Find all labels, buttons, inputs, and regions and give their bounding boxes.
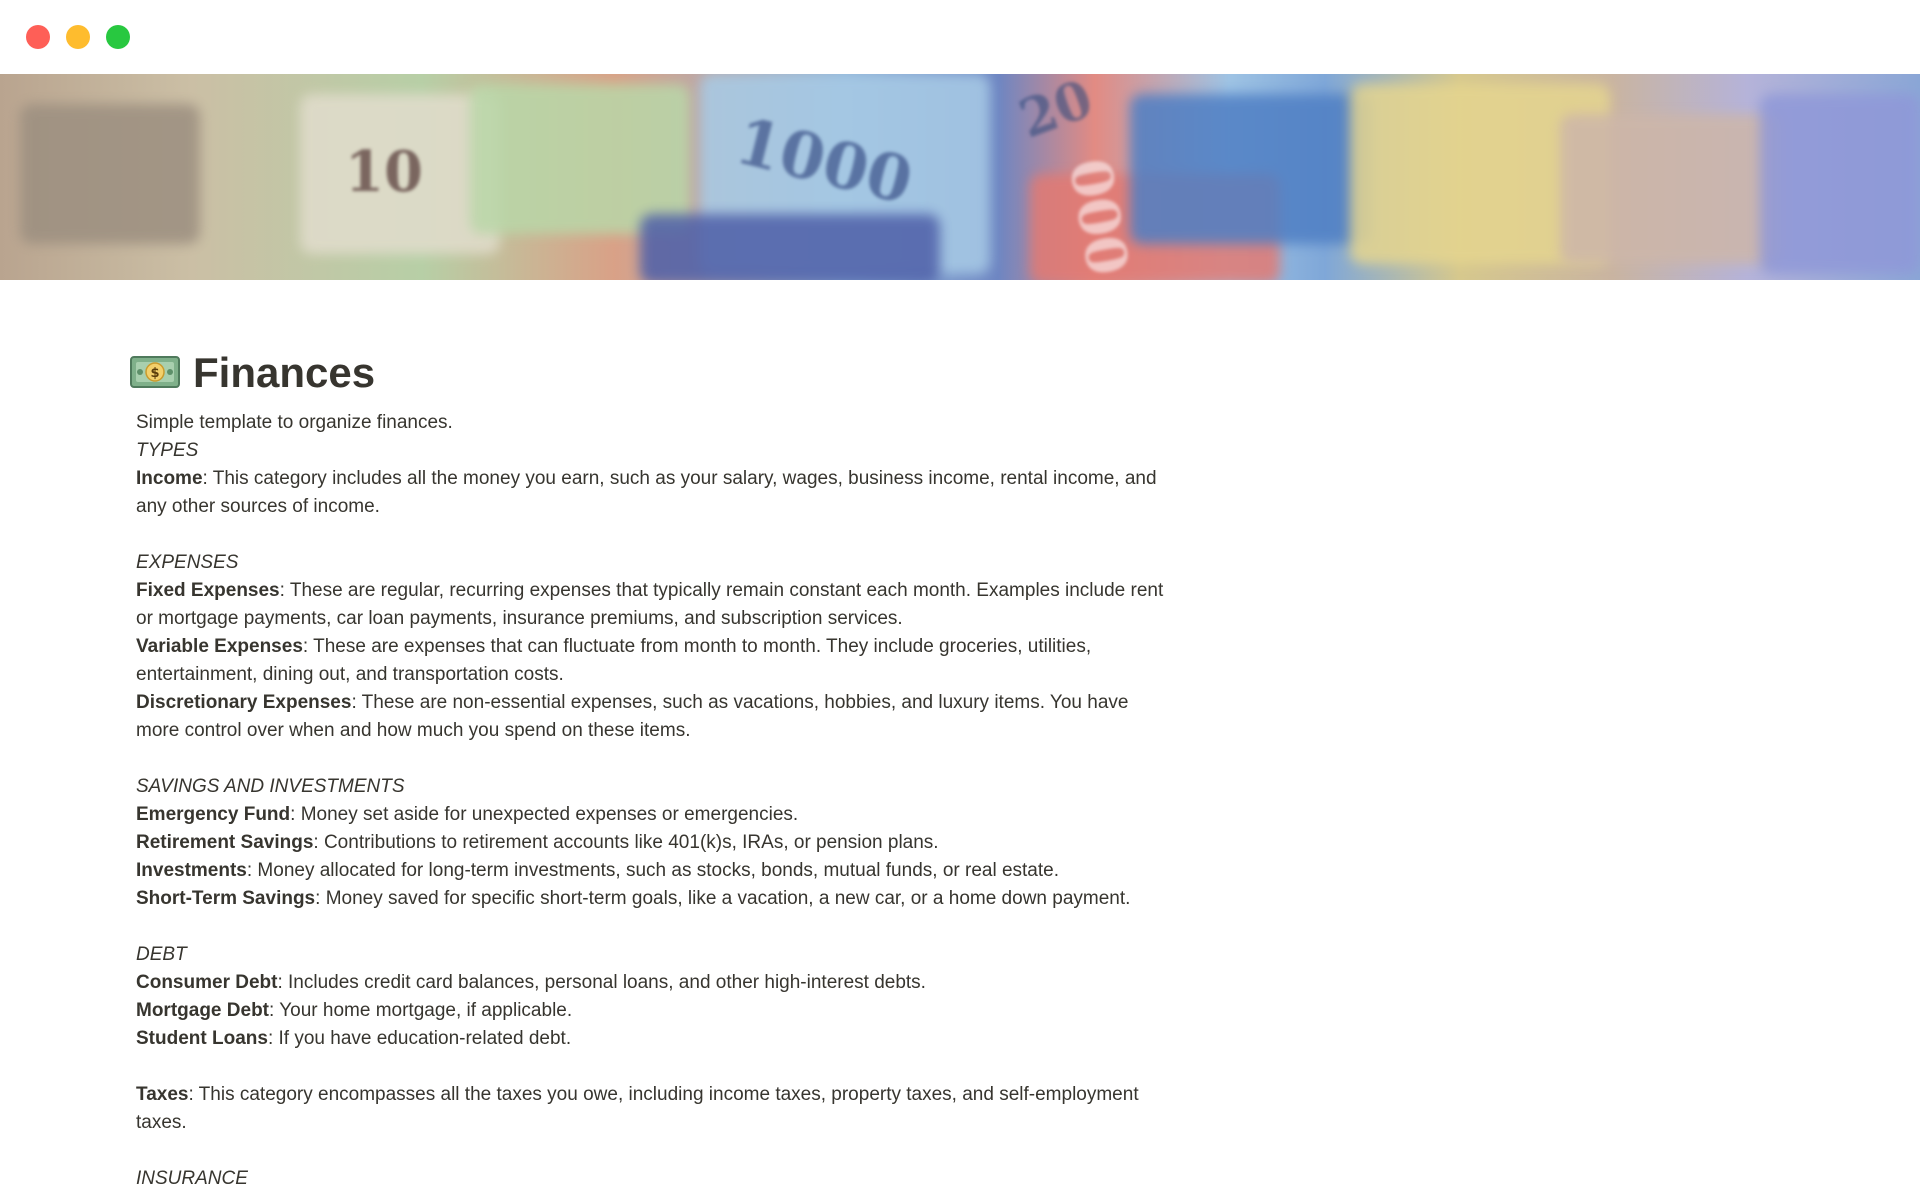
minimize-window-button[interactable] xyxy=(66,25,90,49)
debt-text: : If you have education-related debt. xyxy=(267,1028,572,1049)
page-content[interactable]: Simple template to organize finances. TY… xyxy=(136,409,1176,1193)
savings-item: Investments: Money allocated for long-te… xyxy=(136,857,1176,885)
savings-text: : Money allocated for long-term investme… xyxy=(246,860,1059,881)
income-paragraph: Income: This category includes all the m… xyxy=(136,465,1176,521)
debt-term: Mortgage Debt xyxy=(136,1000,269,1021)
income-text: : This category includes all the money y… xyxy=(136,468,1157,517)
close-window-button[interactable] xyxy=(26,25,50,49)
banknotes-cover-image: 10 1000 20 000 xyxy=(0,74,1920,280)
cover-image[interactable]: 10 1000 20 000 xyxy=(0,74,1920,280)
savings-term: Investments xyxy=(136,860,247,881)
taxes-paragraph: Taxes: This category encompasses all the… xyxy=(136,1081,1176,1137)
debt-item: Consumer Debt: Includes credit card bala… xyxy=(136,969,1176,997)
debt-item: Student Loans: If you have education-rel… xyxy=(136,1025,1176,1053)
expense-term: Variable Expenses xyxy=(136,636,303,657)
types-heading: TYPES xyxy=(136,440,199,461)
debt-text: : Includes credit card balances, persona… xyxy=(277,972,926,993)
savings-item: Emergency Fund: Money set aside for unex… xyxy=(136,801,1176,829)
expenses-heading: EXPENSES xyxy=(136,552,239,573)
savings-term: Short-Term Savings xyxy=(136,888,316,909)
page-description: Simple template to organize finances. xyxy=(136,412,453,433)
debt-item: Mortgage Debt: Your home mortgage, if ap… xyxy=(136,997,1176,1025)
debt-term: Student Loans xyxy=(136,1028,268,1049)
taxes-term: Taxes xyxy=(136,1084,189,1105)
savings-term: Emergency Fund xyxy=(136,804,291,825)
window-titlebar xyxy=(0,0,1920,74)
expense-item: Variable Expenses: These are expenses th… xyxy=(136,633,1176,689)
savings-item: Retirement Savings: Contributions to ret… xyxy=(136,829,1176,857)
savings-item: Short-Term Savings: Money saved for spec… xyxy=(136,885,1176,913)
debt-text: : Your home mortgage, if applicable. xyxy=(269,1000,573,1021)
debt-heading: DEBT xyxy=(136,944,187,965)
savings-text: : Money saved for specific short-term go… xyxy=(315,888,1131,909)
income-term: Income xyxy=(136,468,203,489)
expense-term: Discretionary Expenses xyxy=(136,692,352,713)
page-title[interactable]: Finances xyxy=(193,345,375,401)
debt-term: Consumer Debt xyxy=(136,972,278,993)
expense-term: Fixed Expenses xyxy=(136,580,280,601)
dollar-banknote-icon[interactable]: $ xyxy=(130,354,180,390)
savings-heading: SAVINGS AND INVESTMENTS xyxy=(136,776,405,797)
svg-text:$: $ xyxy=(150,366,159,381)
savings-term: Retirement Savings xyxy=(136,832,314,853)
expense-item: Fixed Expenses: These are regular, recur… xyxy=(136,577,1176,633)
taxes-text: : This category encompasses all the taxe… xyxy=(136,1084,1139,1133)
maximize-window-button[interactable] xyxy=(106,25,130,49)
expense-text: : These are regular, recurring expenses … xyxy=(136,580,1164,629)
expense-item: Discretionary Expenses: These are non-es… xyxy=(136,689,1176,745)
savings-text: : Money set aside for unexpected expense… xyxy=(290,804,799,825)
savings-text: : Contributions to retirement accounts l… xyxy=(313,832,939,853)
insurance-heading: INSURANCE xyxy=(136,1168,248,1189)
